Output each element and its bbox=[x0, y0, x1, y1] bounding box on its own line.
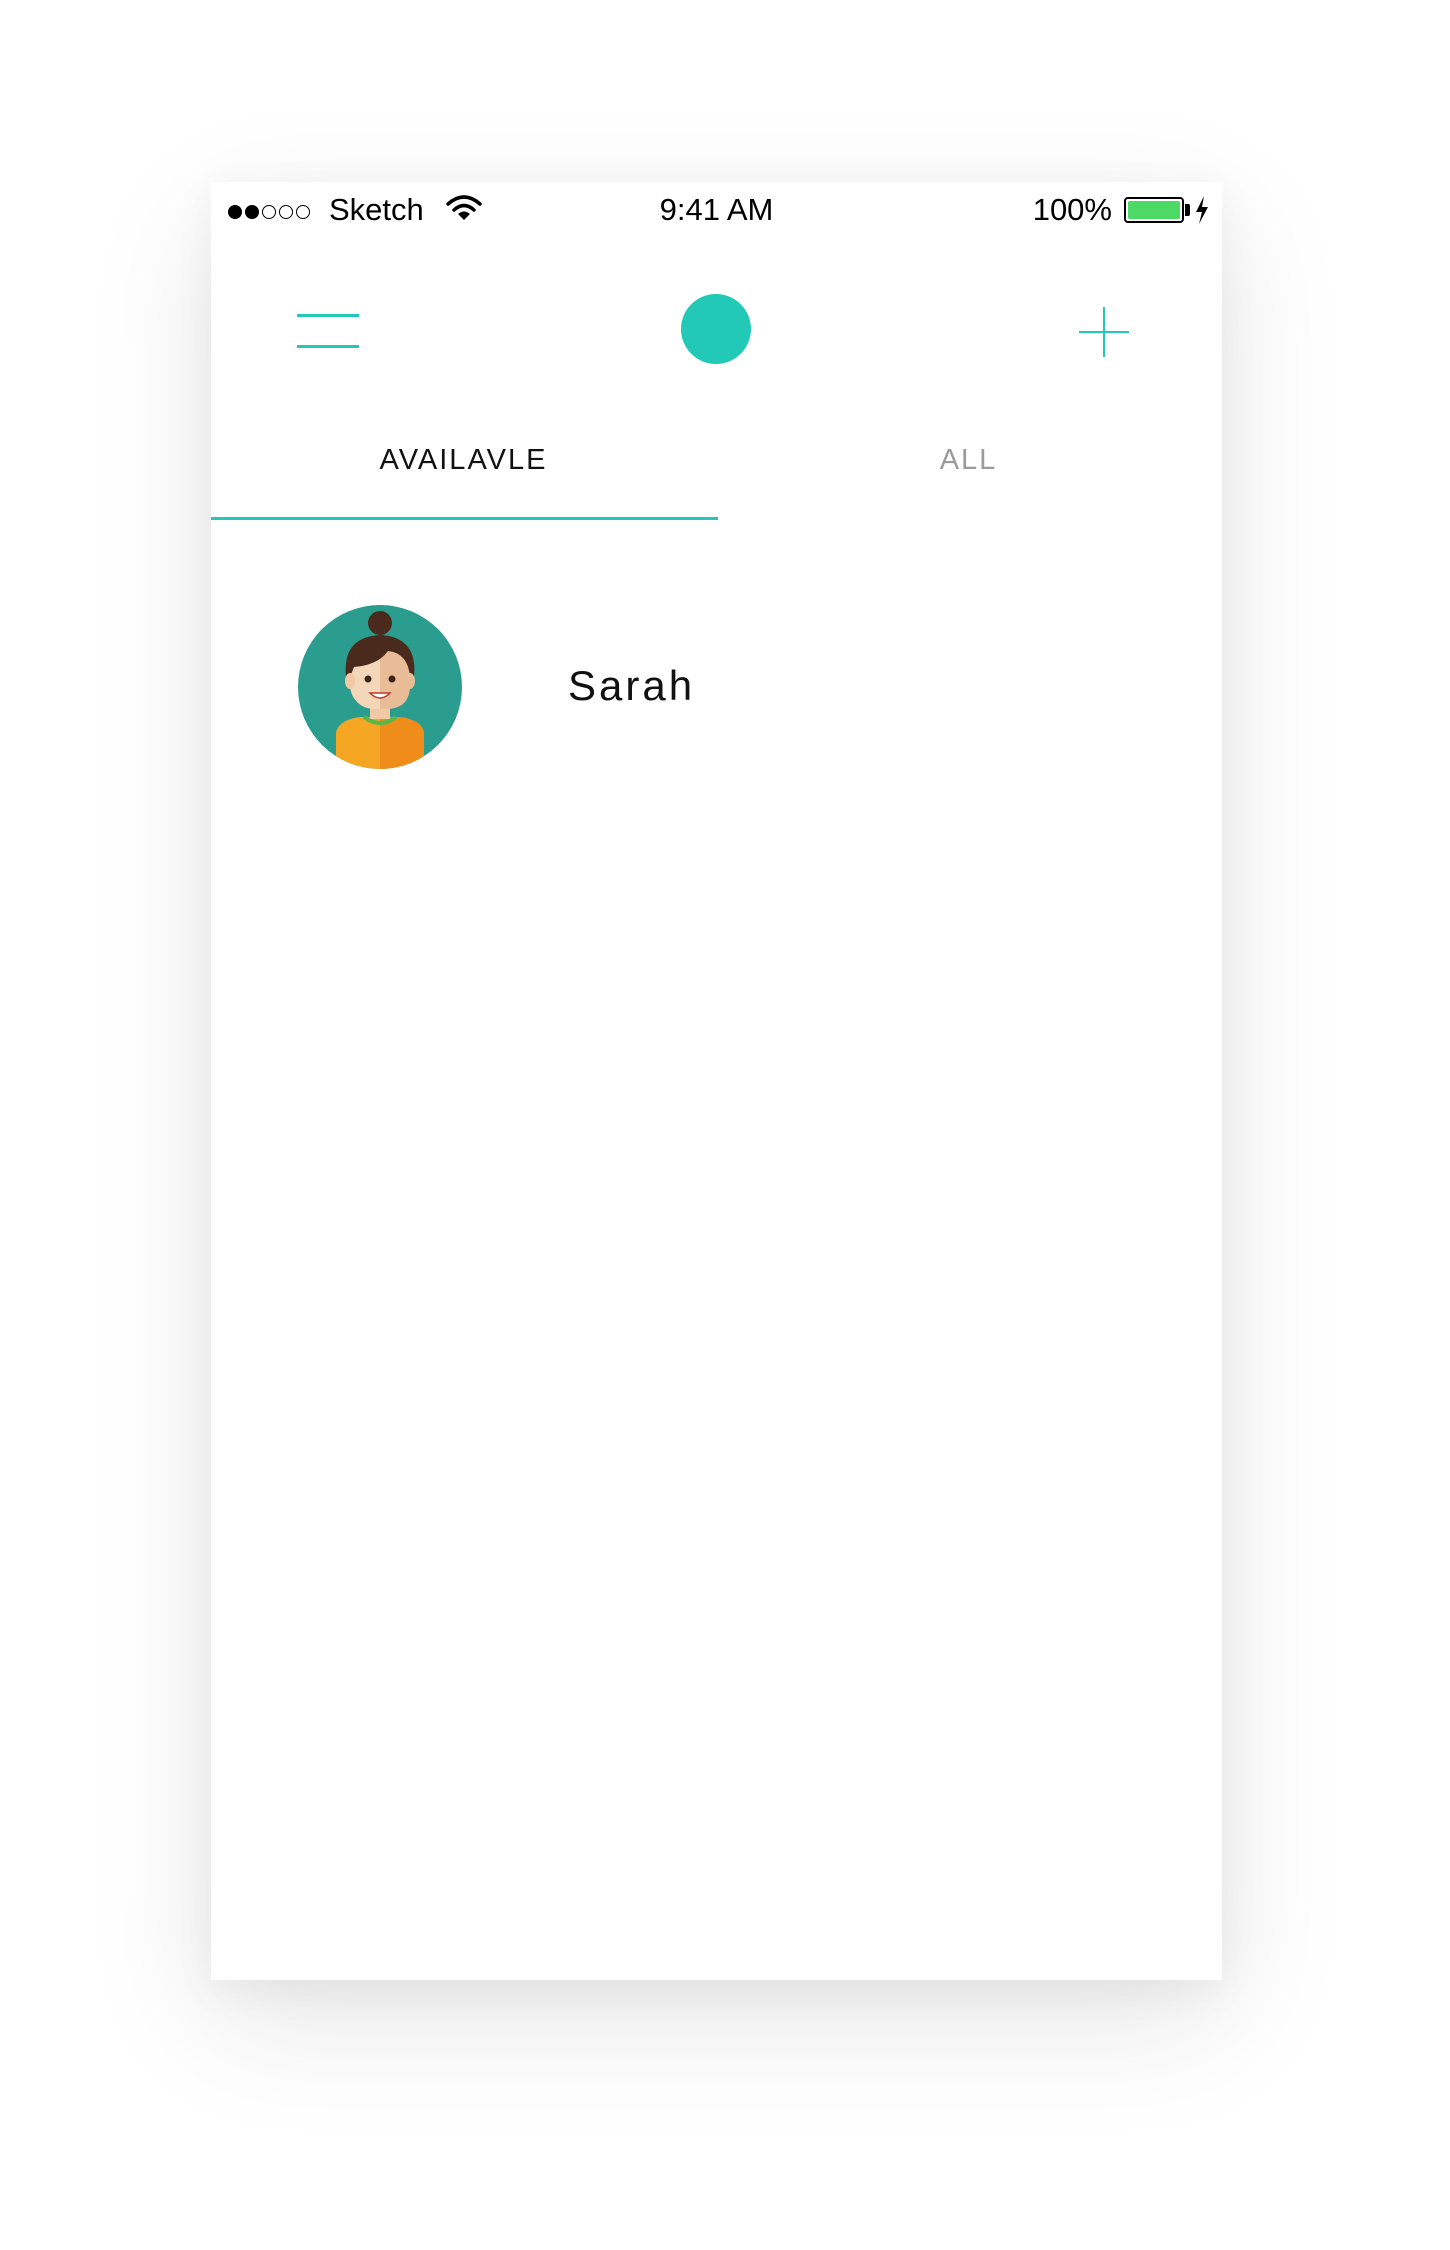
battery-percentage: 100% bbox=[1032, 192, 1112, 227]
woman-avatar-icon bbox=[298, 605, 462, 769]
status-bar: Sketch 9:41 AM 100% bbox=[211, 182, 1222, 242]
contact-name: Sarah bbox=[568, 662, 696, 709]
hamburger-menu-icon[interactable] bbox=[297, 309, 359, 351]
tab-selected-indicator bbox=[211, 517, 718, 520]
battery-icon bbox=[1124, 197, 1184, 223]
phone-screen: Sketch 9:41 AM 100% AVAILAVLE ALL Sarah bbox=[211, 182, 1222, 1980]
plus-icon[interactable] bbox=[1079, 307, 1129, 357]
tab-all[interactable]: ALL bbox=[716, 444, 1221, 477]
page: Sketch 9:41 AM 100% AVAILAVLE ALL Sarah bbox=[0, 0, 1450, 2250]
tab-available[interactable]: AVAILAVLE bbox=[211, 444, 716, 477]
logo-circle-icon bbox=[681, 294, 751, 364]
battery-fill bbox=[1128, 201, 1180, 219]
contact-list-item[interactable]: Sarah bbox=[211, 602, 1222, 772]
charging-bolt-icon bbox=[1196, 196, 1208, 224]
battery-cap bbox=[1185, 204, 1190, 216]
